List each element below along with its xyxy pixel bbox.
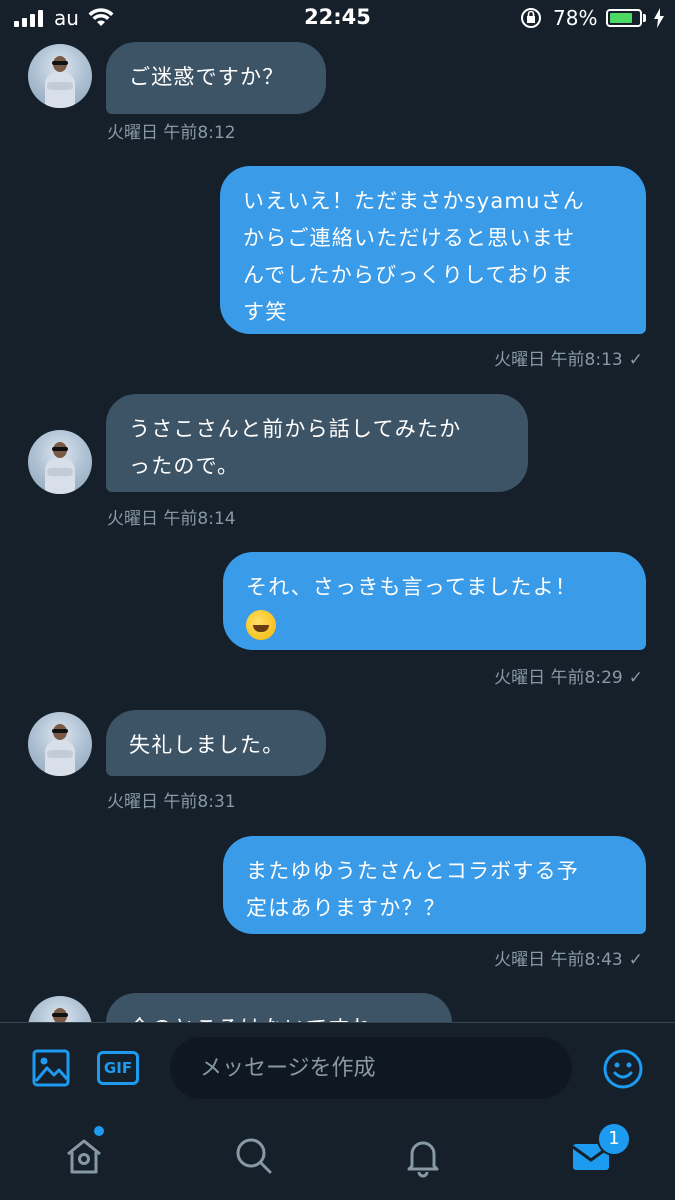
message-input[interactable] xyxy=(170,1037,572,1099)
conversation-thread[interactable]: ご迷惑ですか？ 火曜日 午前8:12 いえいえ！ただまさかsyamuさん からご… xyxy=(0,36,675,1022)
messages-badge: 1 xyxy=(597,1122,631,1156)
outgoing-message-bubble[interactable]: またゆゆうたさんとコラボする予 定はありますか？？ xyxy=(223,836,646,934)
outgoing-message-bubble[interactable]: それ、さっきも言ってましたよ！ xyxy=(223,552,646,650)
emoji-icon[interactable] xyxy=(602,1048,644,1090)
image-icon[interactable] xyxy=(32,1049,70,1087)
message-timestamp: 火曜日 午前8:29 xyxy=(494,668,623,688)
incoming-message-bubble[interactable]: 失礼しました。 xyxy=(106,710,326,776)
tab-bar xyxy=(0,1112,675,1200)
search-icon[interactable] xyxy=(232,1134,276,1178)
message-timestamp-row: 火曜日 午前8:13 ✓ xyxy=(494,345,643,370)
battery-percent: 78% xyxy=(553,6,598,30)
charging-icon xyxy=(653,8,665,33)
avatar[interactable] xyxy=(28,430,92,494)
read-check-icon: ✓ xyxy=(628,668,643,688)
rotation-lock-icon xyxy=(520,7,542,34)
home-icon[interactable] xyxy=(62,1134,106,1178)
battery-fill xyxy=(610,13,632,23)
read-check-icon: ✓ xyxy=(628,350,643,370)
incoming-message-bubble[interactable]: うさこさんと前から話してみたか ったので。 xyxy=(106,394,528,492)
message-timestamp: 火曜日 午前8:43 xyxy=(494,950,623,970)
message-timestamp: 火曜日 午前8:13 xyxy=(494,350,623,370)
message-text: それ、さっきも言ってましたよ！ xyxy=(246,575,578,599)
incoming-message-bubble[interactable]: 今のところはないですね。 xyxy=(106,993,452,1022)
outgoing-message-bubble[interactable]: いえいえ！ただまさかsyamuさん からご連絡いただけると思いませ んでしたから… xyxy=(220,166,646,334)
avatar[interactable] xyxy=(28,44,92,108)
home-notification-dot xyxy=(94,1126,104,1136)
rolling-on-floor-laughing-emoji xyxy=(246,610,276,640)
battery-cap xyxy=(643,14,646,22)
read-check-icon: ✓ xyxy=(628,950,643,970)
message-timestamp-row: 火曜日 午前8:43 ✓ xyxy=(494,945,643,970)
message-timestamp: 火曜日 午前8:14 xyxy=(107,509,236,529)
avatar[interactable] xyxy=(28,712,92,776)
battery-icon xyxy=(606,9,642,27)
message-timestamp: 火曜日 午前8:31 xyxy=(107,792,236,812)
incoming-message-bubble[interactable]: ご迷惑ですか？ xyxy=(106,42,326,114)
notifications-icon[interactable] xyxy=(401,1134,445,1178)
message-composer: GIF xyxy=(0,1022,675,1113)
message-timestamp-row: 火曜日 午前8:29 ✓ xyxy=(494,663,643,688)
avatar[interactable] xyxy=(28,996,92,1022)
status-bar: au 22:45 78% xyxy=(0,0,675,36)
gif-button[interactable]: GIF xyxy=(97,1051,139,1085)
message-timestamp: 火曜日 午前8:12 xyxy=(107,123,236,143)
